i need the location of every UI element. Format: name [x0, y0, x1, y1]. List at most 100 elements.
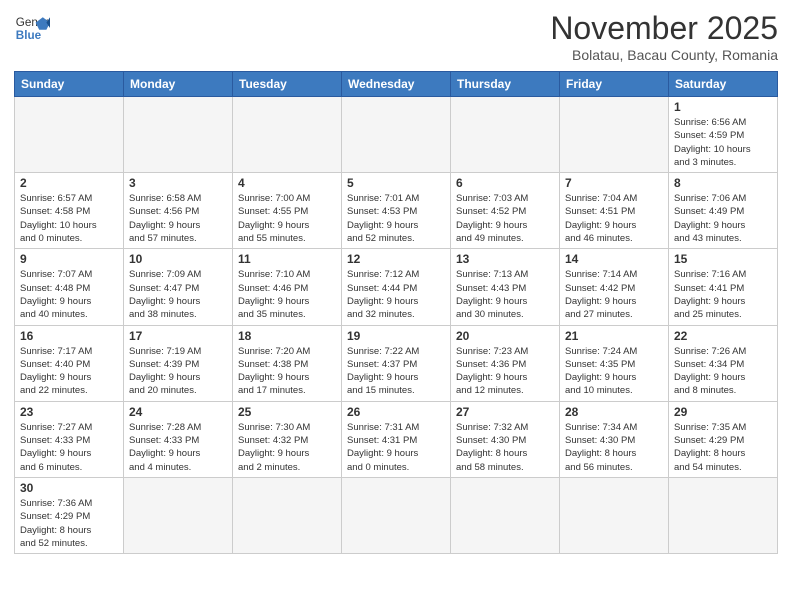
- calendar-cell: 18 Sunrise: 7:20 AM Sunset: 4:38 PM Dayli…: [233, 325, 342, 401]
- calendar-header-thursday: Thursday: [451, 72, 560, 97]
- day-number: 13: [456, 252, 554, 266]
- calendar-cell: 6 Sunrise: 7:03 AM Sunset: 4:52 PM Daylig…: [451, 173, 560, 249]
- calendar-cell: [124, 477, 233, 553]
- calendar-header-row: SundayMondayTuesdayWednesdayThursdayFrid…: [15, 72, 778, 97]
- calendar-cell: [669, 477, 778, 553]
- calendar-cell: 15 Sunrise: 7:16 AM Sunset: 4:41 PM Dayli…: [669, 249, 778, 325]
- day-info: Sunrise: 7:31 AM Sunset: 4:31 PM Dayligh…: [347, 421, 445, 474]
- day-info: Sunrise: 7:24 AM Sunset: 4:35 PM Dayligh…: [565, 345, 663, 398]
- day-number: 18: [238, 329, 336, 343]
- day-info: Sunrise: 7:16 AM Sunset: 4:41 PM Dayligh…: [674, 268, 772, 321]
- calendar-cell: 21Sunrise: 7:24 AM Sunset: 4:35 PM Dayli…: [560, 325, 669, 401]
- calendar-cell: [451, 477, 560, 553]
- calendar-header-friday: Friday: [560, 72, 669, 97]
- day-info: Sunrise: 7:00 AM Sunset: 4:55 PM Dayligh…: [238, 192, 336, 245]
- day-info: Sunrise: 7:23 AM Sunset: 4:36 PM Dayligh…: [456, 345, 554, 398]
- day-info: Sunrise: 7:26 AM Sunset: 4:34 PM Dayligh…: [674, 345, 772, 398]
- calendar-cell: 25Sunrise: 7:30 AM Sunset: 4:32 PM Dayli…: [233, 401, 342, 477]
- day-number: 16: [20, 329, 118, 343]
- calendar-cell: 5Sunrise: 7:01 AM Sunset: 4:53 PM Daylig…: [342, 173, 451, 249]
- calendar-cell: 28 Sunrise: 7:34 AM Sunset: 4:30 PM Dayli…: [560, 401, 669, 477]
- day-number: 9: [20, 252, 118, 266]
- day-number: 17: [129, 329, 227, 343]
- day-number: 27: [456, 405, 554, 419]
- calendar-cell: 16 Sunrise: 7:17 AM Sunset: 4:40 PM Dayli…: [15, 325, 124, 401]
- calendar-cell: [342, 477, 451, 553]
- day-info: Sunrise: 7:01 AM Sunset: 4:53 PM Dayligh…: [347, 192, 445, 245]
- calendar-header-tuesday: Tuesday: [233, 72, 342, 97]
- calendar-cell: 3 Sunrise: 6:58 AM Sunset: 4:56 PM Daylig…: [124, 173, 233, 249]
- calendar-cell: 24Sunrise: 7:28 AM Sunset: 4:33 PM Dayli…: [124, 401, 233, 477]
- day-number: 14: [565, 252, 663, 266]
- day-info: Sunrise: 7:17 AM Sunset: 4:40 PM Dayligh…: [20, 345, 118, 398]
- day-number: 7: [565, 176, 663, 190]
- day-info: Sunrise: 7:03 AM Sunset: 4:52 PM Dayligh…: [456, 192, 554, 245]
- calendar-header-monday: Monday: [124, 72, 233, 97]
- day-number: 23: [20, 405, 118, 419]
- day-info: Sunrise: 7:34 AM Sunset: 4:30 PM Dayligh…: [565, 421, 663, 474]
- day-info: Sunrise: 6:56 AM Sunset: 4:59 PM Dayligh…: [674, 116, 772, 169]
- logo: General Blue: [14, 10, 50, 46]
- calendar-cell: [560, 97, 669, 173]
- day-number: 2: [20, 176, 118, 190]
- day-number: 6: [456, 176, 554, 190]
- calendar-header-sunday: Sunday: [15, 72, 124, 97]
- day-info: Sunrise: 7:04 AM Sunset: 4:51 PM Dayligh…: [565, 192, 663, 245]
- calendar-header-saturday: Saturday: [669, 72, 778, 97]
- day-info: Sunrise: 7:13 AM Sunset: 4:43 PM Dayligh…: [456, 268, 554, 321]
- calendar-cell: [233, 477, 342, 553]
- day-number: 8: [674, 176, 772, 190]
- day-info: Sunrise: 7:06 AM Sunset: 4:49 PM Dayligh…: [674, 192, 772, 245]
- day-info: Sunrise: 7:09 AM Sunset: 4:47 PM Dayligh…: [129, 268, 227, 321]
- day-info: Sunrise: 7:19 AM Sunset: 4:39 PM Dayligh…: [129, 345, 227, 398]
- calendar-cell: 2 Sunrise: 6:57 AM Sunset: 4:58 PM Daylig…: [15, 173, 124, 249]
- day-info: Sunrise: 7:36 AM Sunset: 4:29 PM Dayligh…: [20, 497, 118, 550]
- day-info: Sunrise: 7:22 AM Sunset: 4:37 PM Dayligh…: [347, 345, 445, 398]
- day-number: 19: [347, 329, 445, 343]
- calendar-page: General Blue November 2025 Bolatau, Baca…: [0, 0, 792, 612]
- calendar-cell: 8 Sunrise: 7:06 AM Sunset: 4:49 PM Daylig…: [669, 173, 778, 249]
- day-info: Sunrise: 7:35 AM Sunset: 4:29 PM Dayligh…: [674, 421, 772, 474]
- calendar-week-row: 30Sunrise: 7:36 AM Sunset: 4:29 PM Dayli…: [15, 477, 778, 553]
- calendar-cell: 20Sunrise: 7:23 AM Sunset: 4:36 PM Dayli…: [451, 325, 560, 401]
- calendar-cell: [233, 97, 342, 173]
- calendar-cell: 11Sunrise: 7:10 AM Sunset: 4:46 PM Dayli…: [233, 249, 342, 325]
- calendar-cell: 29Sunrise: 7:35 AM Sunset: 4:29 PM Dayli…: [669, 401, 778, 477]
- main-title: November 2025: [550, 10, 778, 47]
- day-number: 4: [238, 176, 336, 190]
- day-number: 3: [129, 176, 227, 190]
- day-info: Sunrise: 6:57 AM Sunset: 4:58 PM Dayligh…: [20, 192, 118, 245]
- day-number: 25: [238, 405, 336, 419]
- day-info: Sunrise: 7:10 AM Sunset: 4:46 PM Dayligh…: [238, 268, 336, 321]
- calendar-cell: 23 Sunrise: 7:27 AM Sunset: 4:33 PM Dayli…: [15, 401, 124, 477]
- calendar-week-row: 23 Sunrise: 7:27 AM Sunset: 4:33 PM Dayli…: [15, 401, 778, 477]
- day-info: Sunrise: 7:14 AM Sunset: 4:42 PM Dayligh…: [565, 268, 663, 321]
- calendar-cell: 26Sunrise: 7:31 AM Sunset: 4:31 PM Dayli…: [342, 401, 451, 477]
- calendar-cell: [15, 97, 124, 173]
- day-info: Sunrise: 6:58 AM Sunset: 4:56 PM Dayligh…: [129, 192, 227, 245]
- calendar-cell: 14 Sunrise: 7:14 AM Sunset: 4:42 PM Dayli…: [560, 249, 669, 325]
- calendar-cell: [560, 477, 669, 553]
- day-info: Sunrise: 7:07 AM Sunset: 4:48 PM Dayligh…: [20, 268, 118, 321]
- day-info: Sunrise: 7:32 AM Sunset: 4:30 PM Dayligh…: [456, 421, 554, 474]
- calendar-cell: 9 Sunrise: 7:07 AM Sunset: 4:48 PM Daylig…: [15, 249, 124, 325]
- calendar-cell: [451, 97, 560, 173]
- subtitle: Bolatau, Bacau County, Romania: [550, 47, 778, 63]
- day-number: 15: [674, 252, 772, 266]
- calendar-week-row: 1Sunrise: 6:56 AM Sunset: 4:59 PM Daylig…: [15, 97, 778, 173]
- calendar-cell: 13 Sunrise: 7:13 AM Sunset: 4:43 PM Dayli…: [451, 249, 560, 325]
- day-number: 10: [129, 252, 227, 266]
- calendar-header-wednesday: Wednesday: [342, 72, 451, 97]
- calendar-cell: 1Sunrise: 6:56 AM Sunset: 4:59 PM Daylig…: [669, 97, 778, 173]
- calendar-cell: 22Sunrise: 7:26 AM Sunset: 4:34 PM Dayli…: [669, 325, 778, 401]
- logo-icon: General Blue: [14, 10, 50, 46]
- calendar-week-row: 2 Sunrise: 6:57 AM Sunset: 4:58 PM Daylig…: [15, 173, 778, 249]
- header: General Blue November 2025 Bolatau, Baca…: [14, 10, 778, 63]
- calendar-cell: 30Sunrise: 7:36 AM Sunset: 4:29 PM Dayli…: [15, 477, 124, 553]
- calendar-cell: 7 Sunrise: 7:04 AM Sunset: 4:51 PM Daylig…: [560, 173, 669, 249]
- day-info: Sunrise: 7:27 AM Sunset: 4:33 PM Dayligh…: [20, 421, 118, 474]
- calendar-cell: 4 Sunrise: 7:00 AM Sunset: 4:55 PM Daylig…: [233, 173, 342, 249]
- day-number: 28: [565, 405, 663, 419]
- calendar-week-row: 9 Sunrise: 7:07 AM Sunset: 4:48 PM Daylig…: [15, 249, 778, 325]
- day-info: Sunrise: 7:20 AM Sunset: 4:38 PM Dayligh…: [238, 345, 336, 398]
